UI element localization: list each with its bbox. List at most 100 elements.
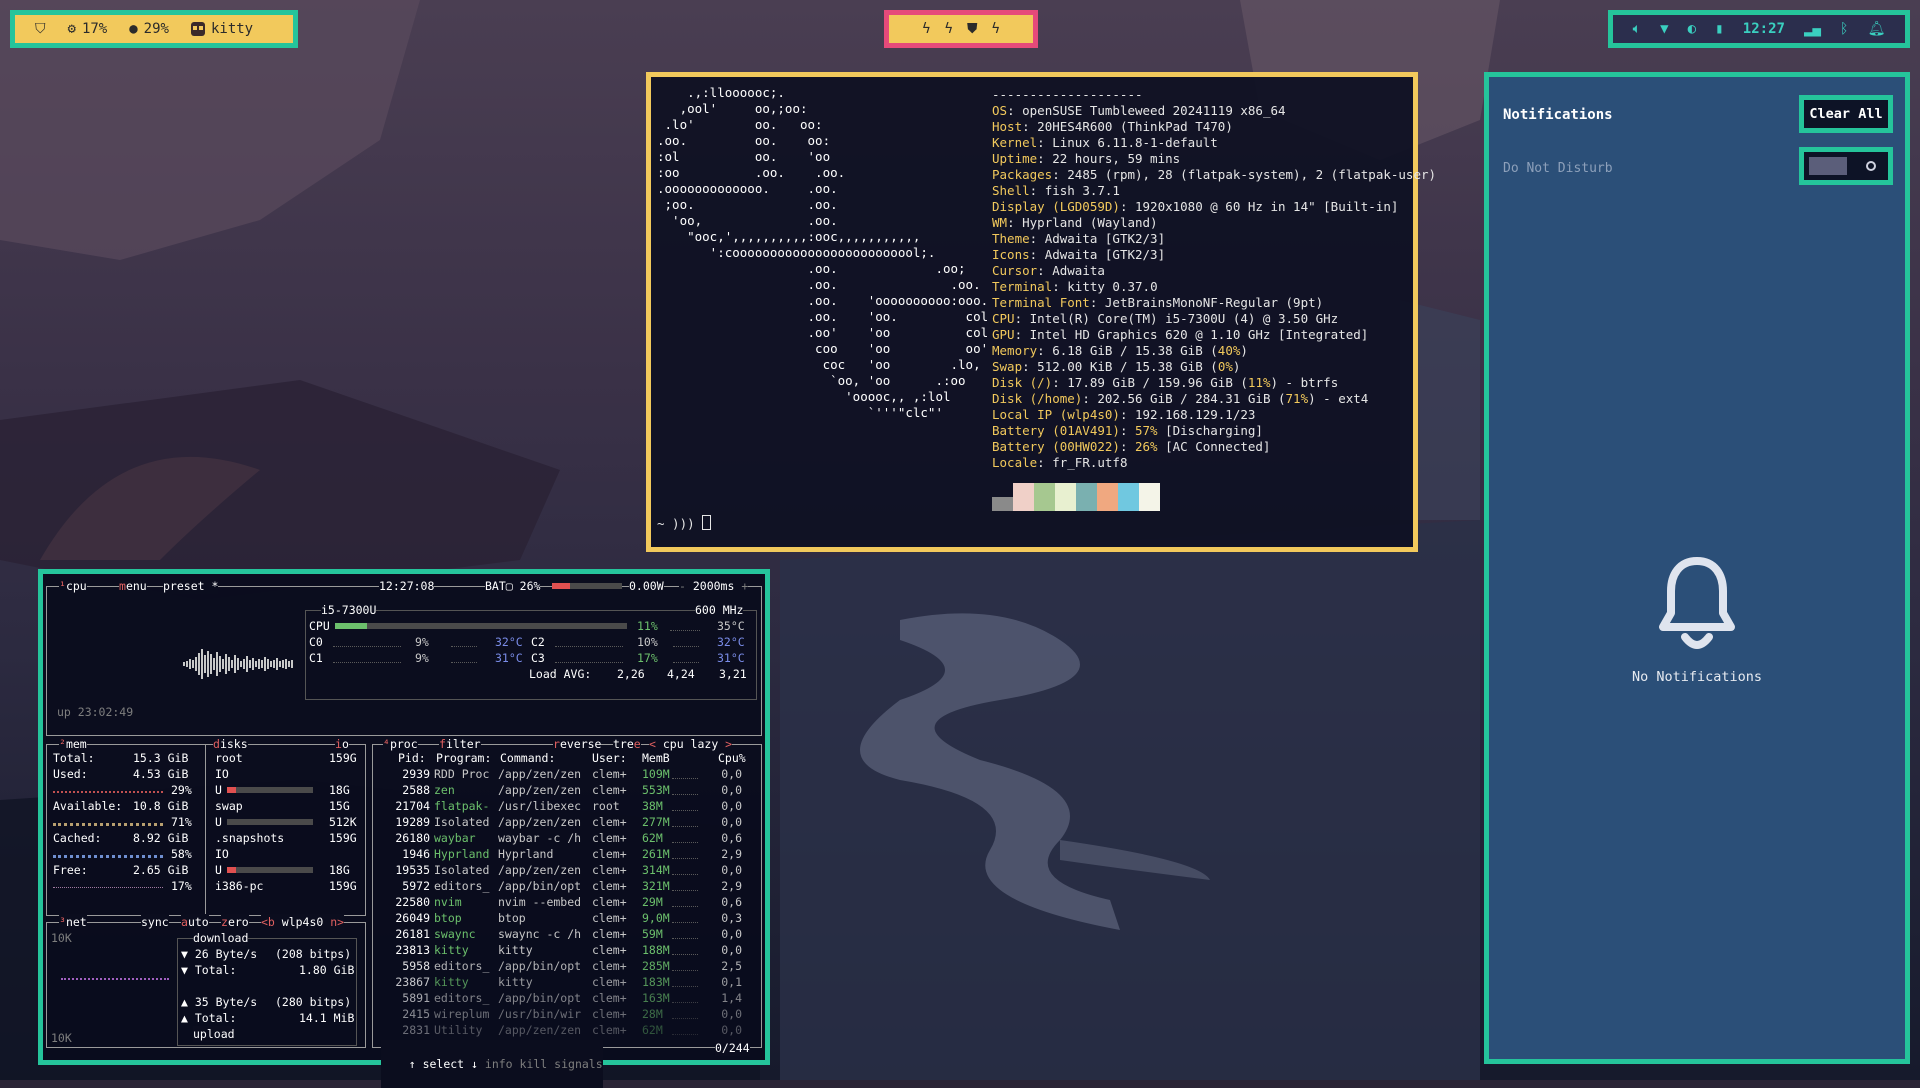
workspace-switcher: ϟ ϟ ⛊ ϟ [884,10,1038,48]
logo-line: ,ool' oo,;oo: [657,101,808,116]
proc-info[interactable]: info [485,1057,513,1071]
info-key: Swap [992,359,1023,374]
volume-icon[interactable]: 🔈︎ [1633,21,1641,37]
do-not-disturb-toggle[interactable] [1799,147,1893,185]
process-cell: 23813 [395,943,430,957]
net-tab[interactable]: ³net [59,914,87,930]
notification-bell-icon[interactable]: 🔔︎ [1868,21,1886,37]
net-auto-toggle[interactable]: auto [181,914,209,930]
process-cell: flatpak- [434,799,490,813]
info-line: Disk (/): 17.89 GiB / 159.96 GiB (11%) -… [992,375,1339,390]
disk-used: 18G [329,863,350,877]
btop-window[interactable]: ¹cpu menu preset * 12:27:08 BAT▢ 26% 0.0… [38,569,770,1088]
process-cell: /app/zen/zen [498,783,582,797]
logo-line: .oo. oo. oo: [657,133,831,148]
core-usage-graph [555,662,623,663]
process-row[interactable]: 2588 zen/app/zen/zen clem+ 553M 0,0 [372,782,762,798]
process-row[interactable]: 26049 btop btop clem+ 9,0M 0,3 [372,910,762,926]
workspace-3-active-icon[interactable]: ⛊ [967,21,978,37]
logo-line: .,:lloooooc;. [657,85,785,100]
cpu-tab[interactable]: ¹cpu [59,578,87,594]
proc-select[interactable]: select [423,1057,465,1071]
process-row[interactable]: 1946 Hyprland Hyprland clem+ 261M 2,9 [372,846,762,862]
col-pid[interactable]: Pid: [398,750,426,766]
process-row[interactable]: 21704 flatpak- /usr/libexec root 38M 0,0 [372,798,762,814]
process-row[interactable]: 2939 RDD Proc/app/zen/zen clem+ 109M 0,0 [372,766,762,782]
cpu-indicator[interactable]: ⚙ 17% [68,21,108,37]
process-row[interactable]: 23867 kitty kitty clem+ 183M 0,1 [372,974,762,990]
power-draw: 0.00W [629,578,664,594]
active-window[interactable]: kitty [190,21,253,37]
palette-swatch [1013,483,1034,511]
bell-icon [1659,557,1735,649]
info-line: Swap: 512.00 KiB / 15.38 GiB (0%) [992,359,1241,374]
process-row[interactable]: 5958 editors_ /app/bin/opt clem+ 285M 2,5 [372,958,762,974]
net-interface[interactable]: <b wlp4s0 n> [261,914,345,930]
refresh-rate[interactable]: - 2000ms + [679,578,749,594]
info-percent-value: 0% [1217,359,1233,374]
logo-line: :oo .oo. .oo. [657,165,846,180]
process-row[interactable]: 26180 waybar waybar -c /h clem+ 62M 0,6 [372,830,762,846]
process-row[interactable]: 19535 Isolated/app/zen/zen clem+ 314M 0,0 [372,862,762,878]
process-cell: Isolated [434,815,490,829]
download-total-value: 1.80 GiB [299,963,355,977]
logo-line: .oo. 'oooooooooo:ooo. [657,293,989,308]
color-palette [992,483,1160,511]
memory-indicator[interactable]: ● 29% [129,21,169,37]
info-tail: - btrfs [1278,375,1339,390]
info-key: Theme [992,231,1030,246]
workspace-4-icon[interactable]: ϟ [991,21,999,37]
process-cell: 285M [642,959,670,973]
proc-kill[interactable]: kill [520,1057,548,1071]
net-sync-toggle[interactable]: sync [141,914,169,930]
col-user[interactable]: User: [592,750,627,766]
bluetooth-icon[interactable]: ᛒ [1840,21,1848,37]
logo-line: .ooooooooooooo. .oo. [657,181,838,196]
menu-tab[interactable]: menu [119,578,147,594]
brightness-icon[interactable]: ◐ [1688,21,1696,37]
clock[interactable]: 12:27 [1743,21,1785,37]
disk-size: 15G [329,799,350,813]
info-line: Local IP (wlp4s0): 192.168.129.1/23 [992,407,1256,422]
col-program[interactable]: Program: [436,750,491,766]
process-row[interactable]: 22580 nvim nvim --embed clem+ 29M 0,6 [372,894,762,910]
wifi-icon[interactable]: ▼ [1660,21,1668,37]
process-row[interactable]: 26181 swaync swaync -c /h clem+ 59M 0,0 [372,926,762,942]
preset-tab[interactable]: preset * [163,578,219,594]
palette-swatch [1055,483,1076,511]
logo-line: .oo' 'oo col [657,325,989,340]
process-row[interactable]: 19289 Isolated/app/zen/zen clem+ 277M 0,0 [372,814,762,830]
info-value: 192.168.129.1/23 [1135,407,1256,422]
core-pct: 17% [637,651,658,665]
col-mem[interactable]: MemB [642,750,670,766]
battery-icon[interactable]: ▮ [1715,21,1723,37]
shield-icon[interactable]: ⛉ [35,21,46,37]
col-command[interactable]: Command: [500,750,555,766]
net-zero-toggle[interactable]: zero [221,914,249,930]
process-row[interactable]: 2415 wireplum/usr/bin/wir clem+ 28M 0,0 [372,1006,762,1022]
process-cpu-graph [672,874,698,875]
process-cpu-graph [672,810,698,811]
info-key: OS [992,103,1008,118]
info-key: Display (LGD059D) [992,199,1120,214]
mem-cached-value: 8.92 GiB [133,831,189,845]
logo-line: 'oo, .oo. [657,213,838,228]
process-row[interactable]: 5891 editors_ /app/bin/opt clem+ 163M 1,4 [372,990,762,1006]
info-line: CPU: Intel(R) Core(TM) i5-7300U (4) @ 3.… [992,311,1339,326]
signal-icon[interactable]: ▂▄ [1804,21,1821,37]
process-row[interactable]: 23813 kitty kitty clem+ 188M 0,0 [372,942,762,958]
workspace-1-icon[interactable]: ϟ [922,21,930,37]
col-cpu[interactable]: Cpu% [718,750,746,766]
proc-signals[interactable]: signals [554,1057,602,1071]
clear-all-button[interactable]: Clear All [1799,95,1893,133]
process-cell: clem+ [592,975,627,989]
terminal-window[interactable]: .,:lloooooc;. ,ool' oo,;oo: .lo' oo. oo:… [646,72,1436,552]
process-row[interactable]: 5972 editors_ /app/bin/opt clem+ 321M 2,9 [372,878,762,894]
workspace-2-icon[interactable]: ϟ [945,21,953,37]
palette-swatch [992,497,1013,511]
process-row[interactable]: 2831 Utility/app/zen/zen clem+ 62M 0,0 [372,1022,762,1038]
process-cpu-graph [672,858,698,859]
shell-prompt[interactable]: ~ ))) [657,515,712,532]
info-key: Host [992,119,1023,134]
cpu-graph-bar [213,658,215,670]
